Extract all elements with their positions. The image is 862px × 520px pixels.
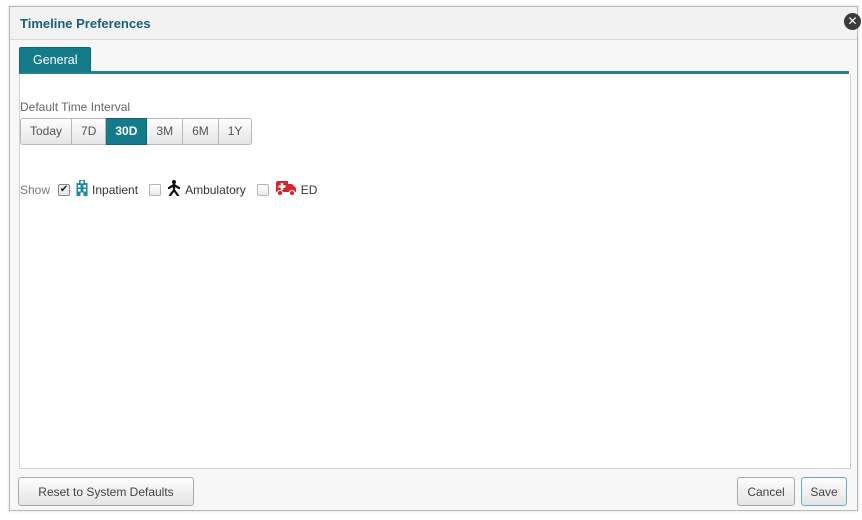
timeline-preferences-dialog: Timeline Preferences ✕ General Default T…	[9, 6, 861, 511]
interval-1y-button[interactable]: 1Y	[218, 118, 253, 145]
time-interval-button-group: Today 7D 30D 3M 6M 1Y	[20, 118, 253, 145]
interval-today-button[interactable]: Today	[20, 118, 73, 145]
ed-label: ED	[300, 182, 318, 197]
tab-general[interactable]: General	[19, 47, 92, 72]
inpatient-label: Inpatient	[92, 182, 139, 197]
preferences-panel: Default Time Interval Today 7D 30D 3M 6M…	[19, 74, 851, 469]
ambulatory-label: Ambulatory	[185, 182, 246, 197]
ed-checkbox[interactable]	[256, 183, 269, 196]
hospital-icon	[76, 180, 88, 199]
walking-person-icon	[167, 180, 181, 199]
interval-7d-button[interactable]: 7D	[72, 118, 107, 145]
interval-30d-button[interactable]: 30D	[106, 118, 148, 145]
reset-to-defaults-button[interactable]: Reset to System Defaults	[18, 477, 194, 506]
tab-bar: General	[19, 45, 849, 74]
show-label: Show	[20, 182, 51, 197]
interval-3m-button[interactable]: 3M	[147, 118, 184, 145]
dialog-titlebar: Timeline Preferences ✕	[10, 7, 861, 40]
ambulatory-checkbox[interactable]	[149, 183, 162, 196]
dialog-title: Timeline Preferences	[20, 16, 151, 31]
show-filter-row: Show ✔ Inpatient Ambulatory ED	[20, 180, 328, 199]
inpatient-checkbox[interactable]: ✔	[58, 183, 71, 196]
close-icon[interactable]: ✕	[844, 13, 861, 30]
ambulance-icon	[275, 180, 297, 199]
cancel-button[interactable]: Cancel	[737, 477, 795, 506]
default-time-interval-label: Default Time Interval	[20, 100, 131, 114]
save-button[interactable]: Save	[801, 477, 847, 506]
interval-6m-button[interactable]: 6M	[183, 118, 219, 145]
